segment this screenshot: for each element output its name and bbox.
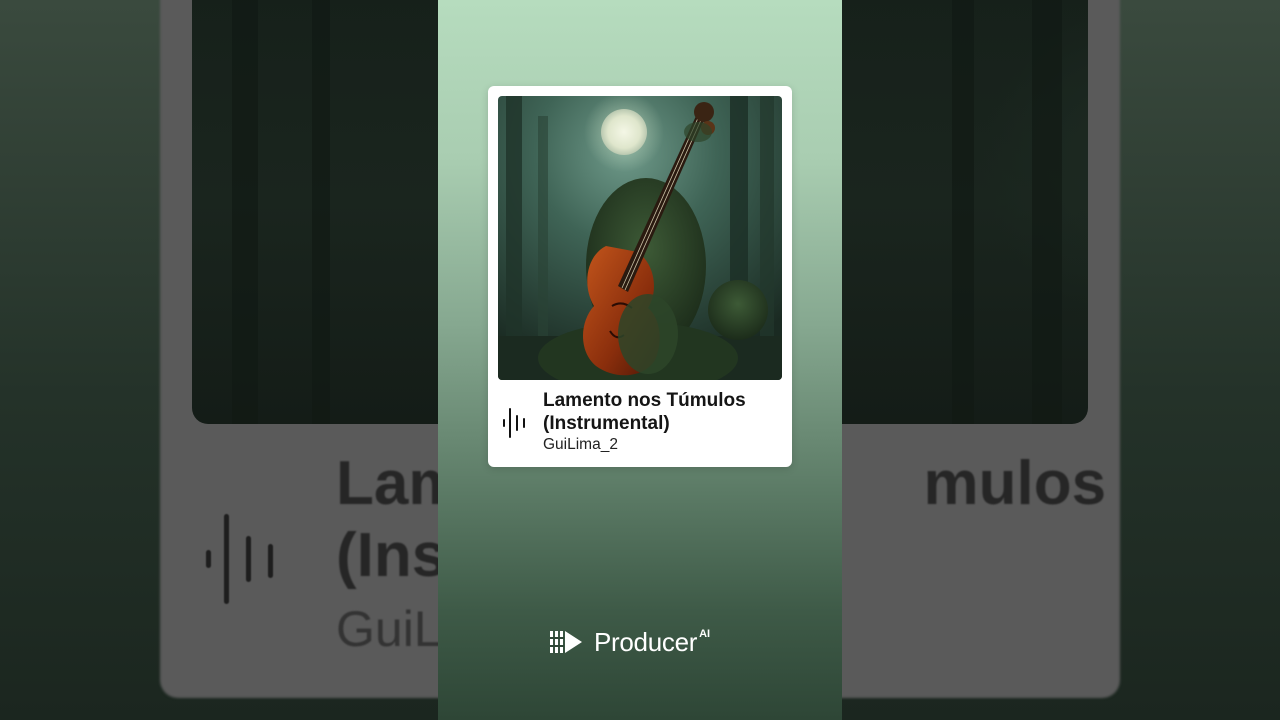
producer-logo-icon [550, 631, 582, 653]
track-card[interactable]: Lamento nos Túmulos (Instrumental) GuiLi… [488, 86, 792, 467]
track-title: Lamento nos Túmulos (Instrumental) [543, 390, 746, 434]
background-artist: GuiL [336, 601, 442, 657]
phone-panel: Lamento nos Túmulos (Instrumental) GuiLi… [438, 0, 842, 720]
album-cover [498, 96, 782, 380]
producer-brand: Producer AI [550, 624, 710, 660]
brand-name: Producer [594, 626, 698, 657]
audio-waveform-icon [502, 408, 526, 438]
background-title-line2: (Ins [336, 521, 447, 590]
brand-suffix: AI [699, 628, 711, 640]
background-waveform-icon [204, 514, 280, 604]
track-artist[interactable]: GuiLima_2 [543, 436, 618, 454]
video-frame: Lam mulos (Ins GuiL Lamento nos Túmulos … [0, 0, 1280, 720]
